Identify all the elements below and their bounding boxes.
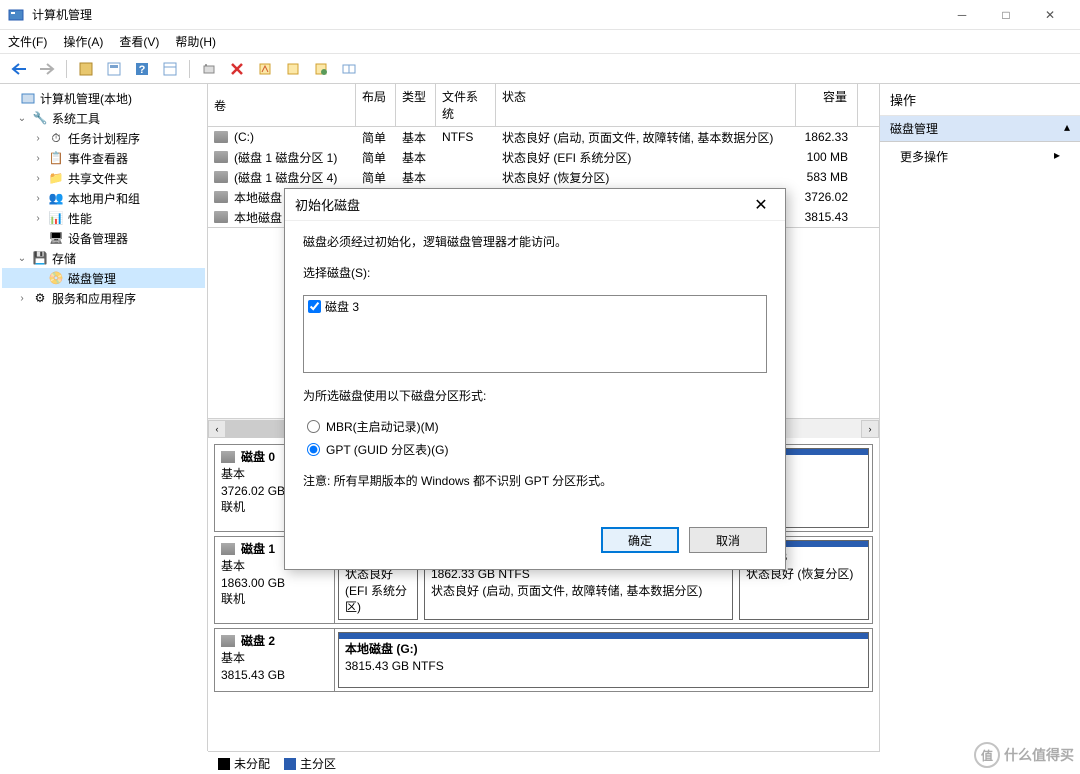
tb-icon-2[interactable] (103, 58, 125, 80)
volume-icon (214, 211, 228, 223)
tree-device-manager[interactable]: 🖥设备管理器 (2, 228, 205, 248)
collapse-icon: ▴ (1064, 120, 1070, 137)
maximize-button[interactable]: □ (984, 0, 1028, 30)
volume-icon (214, 151, 228, 163)
volume-icon (214, 191, 228, 203)
tb-icon-10[interactable] (338, 58, 360, 80)
close-button[interactable]: ✕ (1028, 0, 1072, 30)
partition[interactable]: 本地磁盘 (G:)3815.43 GB NTFS (338, 632, 869, 688)
tree-storage[interactable]: ⌄💾存储 (2, 248, 205, 268)
navigation-tree: 计算机管理(本地) ⌄🔧系统工具 ›⏱任务计划程序 ›📋事件查看器 ›📁共享文件… (0, 84, 208, 751)
mbr-radio[interactable] (307, 420, 320, 433)
dialog-titlebar: 初始化磁盘 ✕ (285, 189, 785, 221)
actions-section[interactable]: 磁盘管理▴ (880, 116, 1080, 142)
disk-list[interactable]: 磁盘 3 (303, 295, 767, 373)
gpt-option[interactable]: GPT (GUID 分区表)(G) (307, 441, 763, 458)
tb-icon-9[interactable] (310, 58, 332, 80)
help-icon[interactable]: ? (131, 58, 153, 80)
cancel-button[interactable]: 取消 (689, 527, 767, 553)
dialog-message: 磁盘必须经过初始化，逻辑磁盘管理器才能访问。 (303, 233, 767, 250)
toolbar: ? (0, 54, 1080, 84)
tree-services-apps[interactable]: ›⚙服务和应用程序 (2, 288, 205, 308)
volume-icon (214, 131, 228, 143)
actions-header: 操作 (880, 84, 1080, 116)
initialize-disk-dialog: 初始化磁盘 ✕ 磁盘必须经过初始化，逻辑磁盘管理器才能访问。 选择磁盘(S): … (284, 188, 786, 570)
actions-panel: 操作 磁盘管理▴ 更多操作▸ (880, 84, 1080, 751)
tree-task-scheduler[interactable]: ›⏱任务计划程序 (2, 128, 205, 148)
volume-row[interactable]: (C:)简单基本NTFS状态良好 (启动, 页面文件, 故障转储, 基本数据分区… (208, 127, 879, 147)
disk-checkbox[interactable] (308, 300, 321, 313)
disk-option[interactable]: 磁盘 3 (308, 298, 762, 315)
tb-icon-1[interactable] (75, 58, 97, 80)
tb-icon-7[interactable] (254, 58, 276, 80)
tb-icon-5[interactable] (198, 58, 220, 80)
disk-row-2: 磁盘 2 基本 3815.43 GB 本地磁盘 (G:)3815.43 GB N… (214, 628, 873, 692)
dialog-title: 初始化磁盘 (295, 195, 360, 214)
scheme-label: 为所选磁盘使用以下磁盘分区形式: (303, 387, 767, 404)
tree-disk-management[interactable]: 📀磁盘管理 (2, 268, 205, 288)
ok-button[interactable]: 确定 (601, 527, 679, 553)
legend-primary: 主分区 (300, 757, 336, 771)
col-layout[interactable]: 布局 (356, 84, 396, 126)
tree-event-viewer[interactable]: ›📋事件查看器 (2, 148, 205, 168)
window-title: 计算机管理 (32, 6, 940, 23)
disk-info[interactable]: 磁盘 2 基本 3815.43 GB (215, 629, 335, 691)
chevron-right-icon: ▸ (1054, 148, 1060, 165)
more-actions[interactable]: 更多操作▸ (880, 142, 1080, 171)
volume-icon (214, 171, 228, 183)
menu-help[interactable]: 帮助(H) (175, 33, 216, 50)
back-icon[interactable] (8, 58, 30, 80)
forward-icon[interactable] (36, 58, 58, 80)
menu-action[interactable]: 操作(A) (63, 33, 103, 50)
tb-icon-8[interactable] (282, 58, 304, 80)
dialog-note: 注意: 所有早期版本的 Windows 都不识别 GPT 分区形式。 (303, 472, 767, 489)
dialog-close-button[interactable]: ✕ (747, 191, 775, 219)
volume-row[interactable]: (磁盘 1 磁盘分区 4)简单基本状态良好 (恢复分区)583 MB (208, 167, 879, 187)
tree-performance[interactable]: ›📊性能 (2, 208, 205, 228)
mbr-option[interactable]: MBR(主启动记录)(M) (307, 418, 763, 435)
select-disk-label: 选择磁盘(S): (303, 264, 767, 281)
disk-icon (221, 635, 235, 647)
app-icon (8, 7, 24, 23)
tree-local-users[interactable]: ›👥本地用户和组 (2, 188, 205, 208)
tree-system-tools[interactable]: ⌄🔧系统工具 (2, 108, 205, 128)
menu-file[interactable]: 文件(F) (8, 33, 47, 50)
tree-root[interactable]: 计算机管理(本地) (2, 88, 205, 108)
tb-icon-4[interactable] (159, 58, 181, 80)
col-status[interactable]: 状态 (496, 84, 796, 126)
svg-text:?: ? (139, 64, 146, 76)
col-volume[interactable]: 卷 (208, 84, 356, 126)
volume-header: 卷 布局 类型 文件系统 状态 容量 (208, 84, 879, 127)
volume-row[interactable]: (磁盘 1 磁盘分区 1)简单基本状态良好 (EFI 系统分区)100 MB (208, 147, 879, 167)
legend: 未分配 主分区 (208, 751, 880, 774)
gpt-radio[interactable] (307, 443, 320, 456)
disk-icon (221, 543, 235, 555)
menu-bar: 文件(F) 操作(A) 查看(V) 帮助(H) (0, 30, 1080, 54)
tree-shared-folders[interactable]: ›📁共享文件夹 (2, 168, 205, 188)
watermark: 值什么值得买 (974, 742, 1074, 768)
legend-unalloc: 未分配 (234, 757, 270, 771)
delete-icon[interactable] (226, 58, 248, 80)
disk-icon (221, 451, 235, 463)
minimize-button[interactable]: ─ (940, 0, 984, 30)
window-titlebar: 计算机管理 ─ □ ✕ (0, 0, 1080, 30)
col-capacity[interactable]: 容量 (796, 84, 858, 126)
col-type[interactable]: 类型 (396, 84, 436, 126)
col-fs[interactable]: 文件系统 (436, 84, 496, 126)
menu-view[interactable]: 查看(V) (119, 33, 159, 50)
